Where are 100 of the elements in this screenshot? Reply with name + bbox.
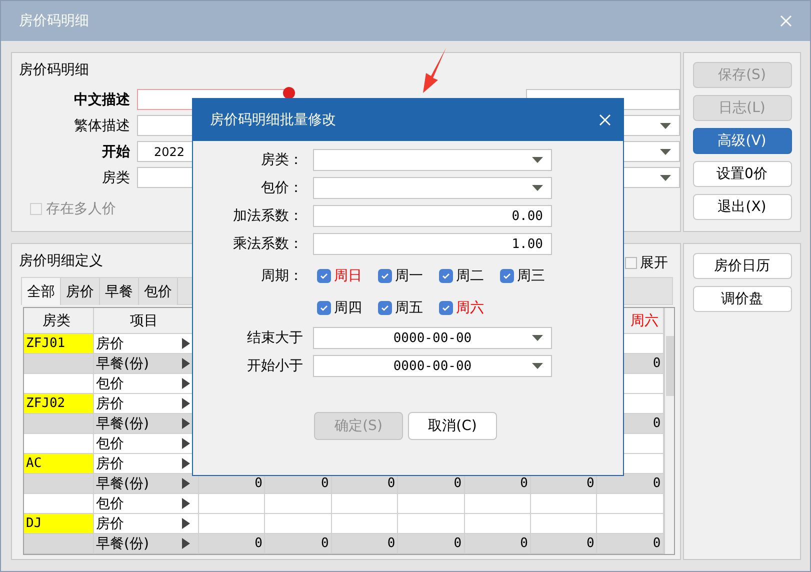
table-cell (24, 354, 94, 374)
dropdown-arrow-icon[interactable] (660, 123, 671, 129)
checkbox[interactable] (625, 257, 637, 269)
table-cell: 早餐(份) (94, 474, 199, 494)
input-field[interactable]: 1.00 (313, 233, 552, 255)
triangle-icon (182, 458, 190, 469)
field-label: 房类： (260, 151, 303, 170)
field-label: 开始 (102, 142, 130, 160)
table-cell: 0 (464, 534, 531, 554)
table-cell (24, 414, 94, 434)
tab[interactable]: 包价 (139, 278, 178, 305)
table-cell (464, 494, 531, 514)
table-cell (464, 514, 531, 534)
table-cell (398, 514, 465, 534)
checkbox-label: 展开 (640, 254, 668, 272)
day-label: 周二 (456, 267, 484, 285)
checkbox[interactable] (500, 269, 514, 283)
dropdown-field[interactable] (313, 149, 552, 171)
scrollbar-thumb[interactable] (666, 336, 674, 396)
checkbox[interactable] (378, 269, 392, 283)
day-label: 周四 (334, 299, 362, 317)
checkbox[interactable] (317, 301, 331, 315)
field-label: 繁体描述 (74, 116, 130, 134)
table-cell (24, 474, 94, 494)
table-cell: 0 (199, 474, 266, 494)
table-cell: 0 (398, 534, 465, 554)
field-value: 2022 (154, 144, 185, 158)
table-cell: 0 (597, 474, 664, 494)
checkbox[interactable] (439, 269, 453, 283)
field-label: 开始小于 (246, 357, 303, 376)
triangle-icon (182, 418, 190, 429)
checkbox[interactable] (439, 301, 453, 315)
triangle-icon (182, 358, 190, 369)
date-dropdown[interactable]: 0000-00-00 (313, 355, 552, 377)
input-field[interactable]: 0.00 (313, 205, 552, 227)
dialog-button[interactable]: 取消(C) (408, 412, 497, 440)
dialog-title: 房价码明细批量修改 (210, 111, 336, 129)
field-label: 周期： (260, 267, 303, 286)
side-button[interactable]: 调价盘 (692, 286, 792, 312)
field-label: 房类 (102, 168, 130, 186)
table-cell: 0 (199, 534, 266, 554)
column-header: 房类 (24, 308, 94, 334)
dropdown-arrow-icon[interactable] (532, 157, 543, 163)
close-icon[interactable] (599, 114, 611, 126)
table-cell: 房价 (94, 514, 199, 534)
table-cell: 早餐(份) (94, 534, 199, 554)
day-label: 周一 (395, 267, 423, 285)
table-cell: 0 (265, 474, 332, 494)
table-cell: 0 (398, 474, 465, 494)
table-cell (265, 494, 332, 514)
dropdown-arrow-icon[interactable] (532, 185, 543, 191)
table-cell (398, 494, 465, 514)
tab[interactable]: 全部 (22, 278, 61, 305)
table-cell (24, 534, 94, 554)
action-button[interactable]: 退出(X) (692, 194, 792, 220)
checkbox[interactable] (317, 269, 331, 283)
table-cell: AC (24, 454, 94, 474)
day-label: 周六 (456, 299, 484, 317)
triangle-icon (182, 498, 190, 509)
action-button[interactable]: 设置0价 (692, 161, 792, 187)
table-cell: 包价 (94, 494, 199, 514)
error-icon (283, 87, 295, 99)
side-button[interactable]: 房价日历 (692, 253, 792, 279)
table-cell: 0 (265, 534, 332, 554)
table-cell (332, 514, 398, 534)
table-cell: 0 (597, 534, 664, 554)
field-label: 包价： (260, 179, 303, 198)
field-label: 乘法系数： (232, 235, 303, 254)
dropdown-field[interactable] (313, 177, 552, 199)
field-label: 加法系数： (232, 207, 303, 226)
table-cell: DJ (24, 514, 94, 534)
checkbox[interactable] (378, 301, 392, 315)
group-title: 房价码明细 (19, 61, 89, 79)
tab[interactable]: 房价 (61, 278, 100, 305)
table-cell (530, 514, 598, 534)
dropdown-arrow-icon[interactable] (660, 149, 671, 155)
triangle-icon (182, 438, 190, 449)
group-title: 房价明细定义 (19, 252, 103, 270)
checkbox-label: 存在多人价 (46, 200, 116, 218)
date-dropdown[interactable]: 0000-00-00 (313, 327, 552, 349)
triangle-icon (182, 338, 190, 349)
action-button[interactable]: 高级(V) (692, 128, 792, 154)
triangle-icon (182, 398, 190, 409)
table-cell: 0 (332, 534, 398, 554)
field-label: 结束大于 (246, 329, 303, 348)
tab[interactable]: 早餐 (100, 278, 139, 305)
dropdown-arrow-icon[interactable] (660, 175, 671, 181)
dropdown-arrow-icon[interactable] (532, 335, 543, 341)
arrow-icon (421, 48, 447, 94)
table-cell (332, 494, 398, 514)
day-label: 周三 (517, 267, 545, 285)
triangle-icon (182, 538, 190, 549)
day-label: 周五 (395, 299, 423, 317)
day-label: 周日 (334, 267, 362, 285)
dropdown-arrow-icon[interactable] (532, 363, 543, 369)
table-cell: ZFJ02 (24, 394, 94, 414)
field-label: 中文描述 (74, 90, 130, 108)
table-cell (530, 494, 598, 514)
table-cell: ZFJ01 (24, 334, 94, 354)
triangle-icon (182, 478, 190, 489)
